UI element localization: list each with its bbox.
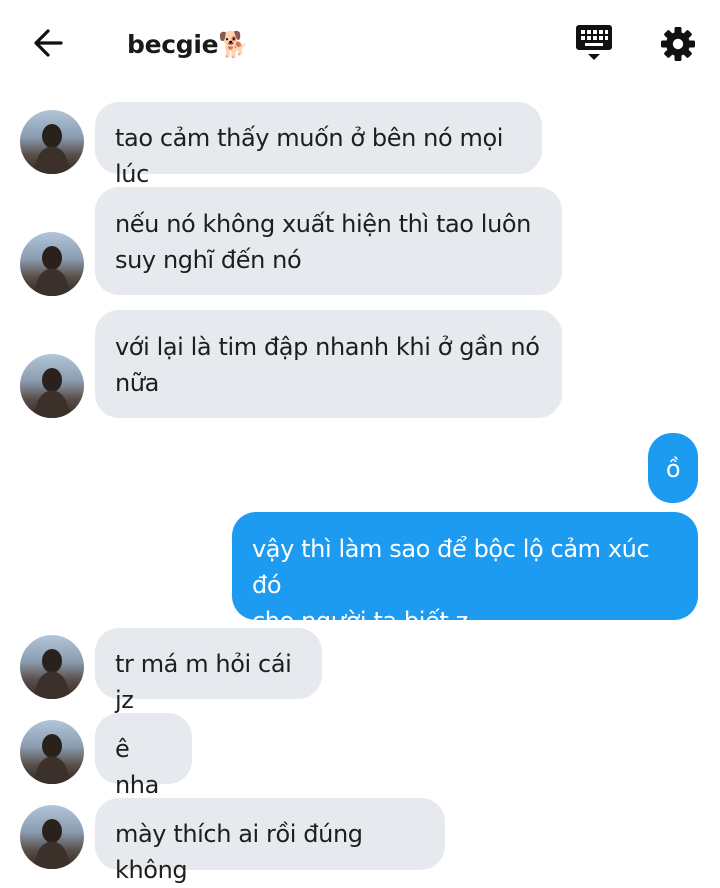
avatar-photo <box>34 649 70 699</box>
avatar-photo <box>34 124 70 174</box>
avatar[interactable] <box>20 720 84 784</box>
avatar[interactable] <box>20 354 84 418</box>
keyboard-button[interactable] <box>574 22 614 64</box>
avatar[interactable] <box>20 635 84 699</box>
message-bubble-outgoing[interactable]: ồ <box>648 433 698 503</box>
avatar[interactable] <box>20 805 84 869</box>
back-button[interactable] <box>30 26 68 60</box>
message-bubble-outgoing[interactable]: vậy thì làm sao để bộc lộ cảm xúc đó cho… <box>232 512 698 635</box>
avatar[interactable] <box>20 110 84 174</box>
message-bubble-incoming[interactable]: tr má m hỏi cái jz <box>95 628 322 714</box>
avatar-photo <box>34 368 70 418</box>
avatar-photo <box>34 734 70 784</box>
message-bubble-incoming[interactable]: nếu nó không xuất hiện thì tao luôn suy … <box>95 187 562 295</box>
message-bubble-incoming[interactable]: ê nha <box>95 713 192 799</box>
avatar-photo <box>34 819 70 869</box>
avatar[interactable] <box>20 232 84 296</box>
message-bubble-incoming[interactable]: tao cảm thấy muốn ở bên nó mọi lúc <box>95 102 542 188</box>
message-bubble-incoming[interactable]: với lại là tim đập nhanh khi ở gần nó nữ… <box>95 310 562 418</box>
gear-icon <box>661 27 695 61</box>
message-bubble-incoming[interactable]: mày thích ai rồi đúng không <box>95 798 445 884</box>
arrow-left-icon <box>34 29 63 57</box>
avatar-photo <box>34 246 70 296</box>
settings-button[interactable] <box>658 24 698 64</box>
chat-title[interactable]: becgie🐕 <box>127 30 249 60</box>
chat-header: becgie🐕 <box>0 0 720 90</box>
keyboard-icon <box>576 25 612 60</box>
